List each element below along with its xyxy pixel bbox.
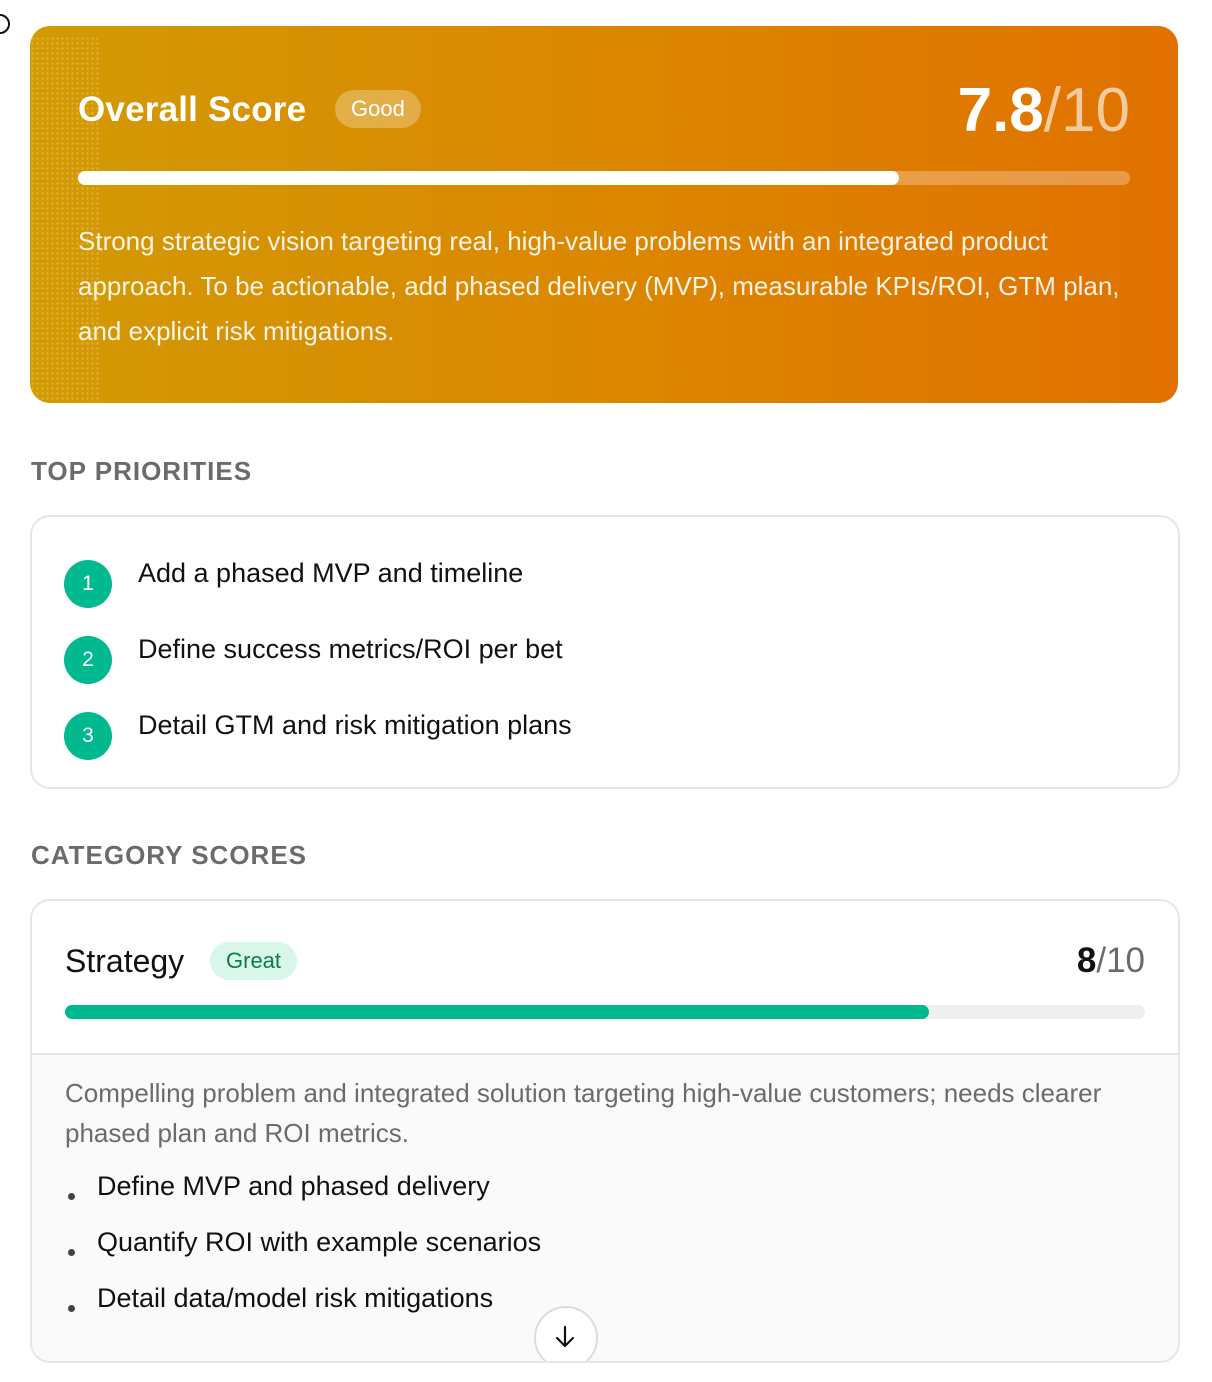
category-progress-fill bbox=[65, 1005, 929, 1019]
recommendation-item: Quantify ROI with example scenarios bbox=[65, 1227, 1065, 1267]
priority-item: 2 Define success metrics/ROI per bet bbox=[64, 626, 1064, 684]
category-score-number: 8 bbox=[1076, 941, 1097, 980]
corner-circle-icon bbox=[0, 14, 10, 34]
overall-score-max: /10 bbox=[1043, 76, 1130, 145]
bullet-icon bbox=[68, 1305, 75, 1312]
top-priorities-heading: TOP PRIORITIES bbox=[31, 456, 253, 486]
category-summary: Compelling problem and integrated soluti… bbox=[65, 1078, 1102, 1148]
overall-score-header: Overall Score Good 7.8/10 bbox=[78, 76, 1130, 146]
priority-number-badge: 2 bbox=[64, 636, 112, 684]
priority-text: Add a phased MVP and timeline bbox=[138, 558, 524, 588]
rating-badge: Good bbox=[335, 90, 421, 128]
arrow-down-icon bbox=[555, 1325, 575, 1348]
overall-score-title: Overall Score bbox=[78, 90, 307, 129]
overall-score-number: 7.8 bbox=[957, 76, 1044, 145]
priority-number-badge: 1 bbox=[64, 560, 112, 608]
priority-number-badge: 3 bbox=[64, 712, 112, 760]
bullet-icon bbox=[68, 1249, 75, 1256]
category-name: Strategy bbox=[65, 943, 185, 979]
overall-score-card: Overall Score Good 7.8/10 Strong strateg… bbox=[30, 26, 1178, 403]
bullet-icon bbox=[68, 1193, 75, 1200]
recommendation-text: Define MVP and phased delivery bbox=[97, 1171, 490, 1201]
priority-item: 3 Detail GTM and risk mitigation plans bbox=[64, 702, 1064, 760]
overall-score-value: 7.8/10 bbox=[958, 76, 1130, 146]
strategy-category-card[interactable]: Strategy Great 8/10 Compelling problem a… bbox=[30, 899, 1180, 1363]
priorities-card: 1 Add a phased MVP and timeline 2 Define… bbox=[30, 515, 1180, 789]
overall-progress-fill bbox=[78, 171, 899, 185]
priority-text: Define success metrics/ROI per bet bbox=[138, 634, 563, 664]
category-score-max: /10 bbox=[1096, 941, 1145, 980]
priority-text: Detail GTM and risk mitigation plans bbox=[138, 710, 572, 740]
recommendation-text: Detail data/model risk mitigations bbox=[97, 1283, 494, 1313]
category-rating-badge: Great bbox=[210, 942, 298, 980]
category-header[interactable]: Strategy Great 8/10 bbox=[32, 901, 1178, 1055]
category-progress-bar bbox=[65, 1005, 1145, 1019]
recommendation-item: Define MVP and phased delivery bbox=[65, 1171, 1065, 1211]
overall-description: Strong strategic vision targeting real, … bbox=[78, 226, 1120, 346]
category-score-value: 8/10 bbox=[1077, 941, 1145, 981]
scroll-down-button[interactable] bbox=[534, 1306, 598, 1361]
priority-item: 1 Add a phased MVP and timeline bbox=[64, 550, 1064, 608]
category-scores-heading: CATEGORY SCORES bbox=[31, 840, 308, 870]
recommendation-text: Quantify ROI with example scenarios bbox=[97, 1227, 542, 1257]
overall-progress-bar bbox=[78, 171, 1130, 185]
